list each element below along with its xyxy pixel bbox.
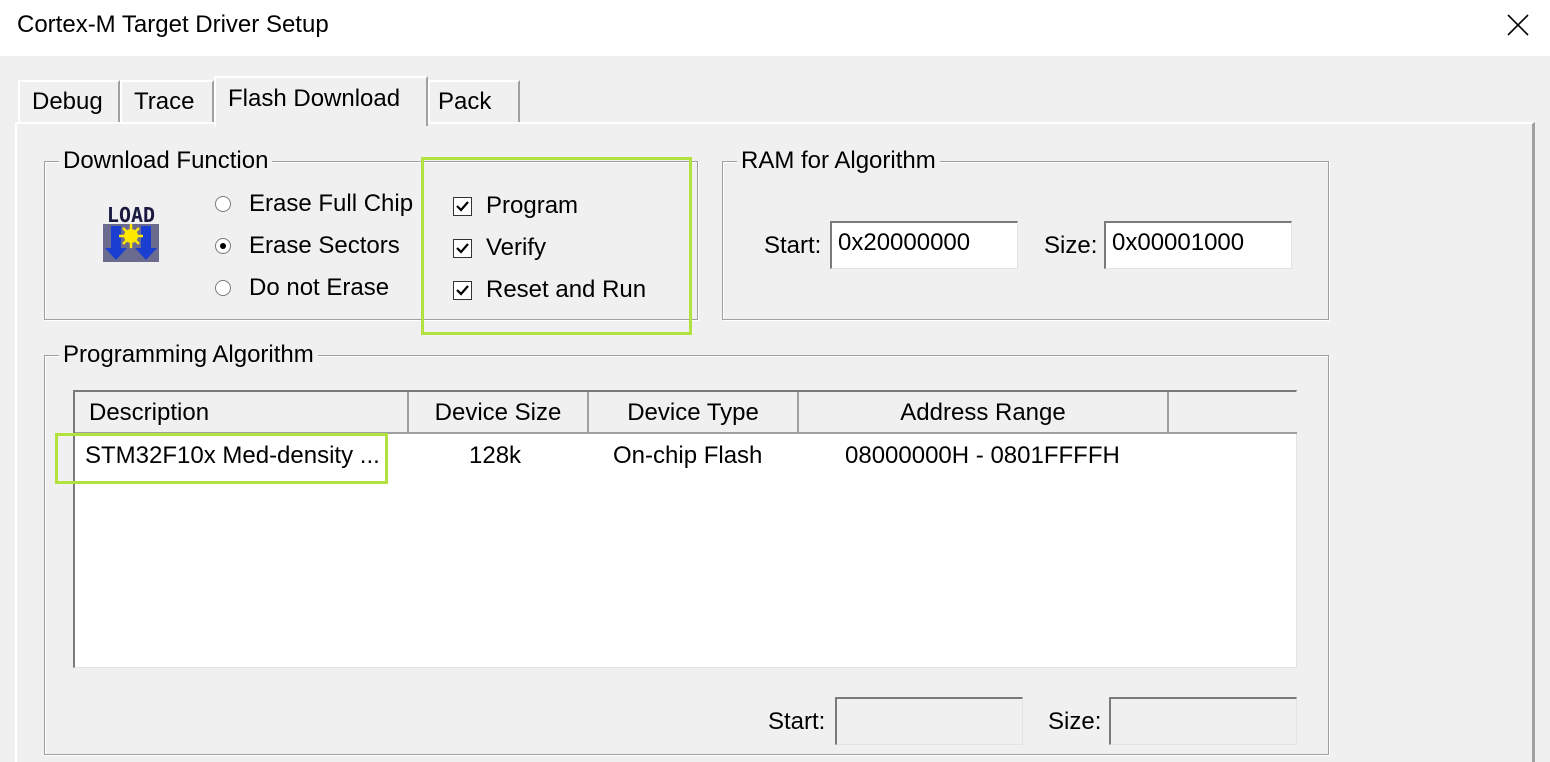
algo-size-label: Size:	[1048, 708, 1102, 735]
radio-label: Do not Erase	[249, 274, 390, 301]
checkmark-icon	[456, 284, 469, 296]
checkbox-verify[interactable]: Verify	[453, 234, 546, 262]
radio-label: Erase Full Chip	[249, 190, 414, 217]
checkmark-icon	[456, 242, 469, 254]
checkbox[interactable]	[453, 238, 472, 258]
table-row[interactable]: STM32F10x Med-density ... 128k On-chip F…	[75, 434, 1296, 474]
tab-label: Debug	[32, 88, 103, 115]
tab-label: Pack	[438, 88, 492, 115]
tab-debug[interactable]: Debug	[18, 80, 120, 124]
cell-device-type: On-chip Flash	[613, 442, 763, 469]
radio-label: Erase Sectors	[249, 232, 400, 259]
column-header-empty	[1169, 392, 1297, 434]
load-icon: LOAD	[99, 202, 163, 264]
download-function-group: Download Function LOAD Erase Full Chip E…	[44, 146, 698, 320]
group-title: RAM for Algorithm	[737, 146, 940, 176]
ram-size-label: Size:	[1044, 232, 1098, 259]
radio-button[interactable]	[215, 238, 231, 254]
algorithm-list[interactable]: Description Device Size Device Type Addr…	[73, 390, 1297, 668]
checkmark-icon	[456, 200, 469, 212]
tab-flash-download[interactable]: Flash Download	[214, 76, 428, 126]
checkbox-label: Verify	[486, 234, 547, 261]
title-bar: Cortex-M Target Driver Setup	[0, 0, 1550, 56]
algo-start-field[interactable]	[835, 697, 1023, 745]
checkbox[interactable]	[453, 280, 472, 300]
column-header-description[interactable]: Description	[75, 392, 409, 434]
algo-start-label: Start:	[768, 708, 826, 735]
checkbox-reset-and-run[interactable]: Reset and Run	[453, 276, 646, 304]
tab-label: Trace	[134, 88, 195, 115]
tab-label: Flash Download	[228, 85, 401, 112]
column-header-device-size[interactable]: Device Size	[409, 392, 589, 434]
radio-erase-full-chip[interactable]: Erase Full Chip	[215, 190, 413, 218]
tab-trace[interactable]: Trace	[120, 80, 214, 124]
radio-button[interactable]	[215, 280, 231, 296]
radio-erase-sectors[interactable]: Erase Sectors	[215, 232, 400, 260]
ram-start-label: Start:	[764, 232, 822, 259]
group-title: Download Function	[59, 146, 273, 176]
radio-button[interactable]	[215, 196, 231, 212]
cell-address-range: 08000000H - 0801FFFFH	[845, 442, 1120, 469]
cell-device-size: 128k	[469, 442, 522, 469]
checkbox-program[interactable]: Program	[453, 192, 578, 220]
radio-dot	[220, 243, 226, 249]
close-icon	[1507, 14, 1529, 36]
checkbox-label: Program	[486, 192, 579, 219]
checkbox-label: Reset and Run	[486, 276, 647, 303]
close-button[interactable]	[1486, 0, 1550, 50]
load-icon-text: LOAD	[107, 203, 155, 227]
ram-size-field[interactable]: 0x00001000	[1104, 221, 1292, 269]
cell-description: STM32F10x Med-density ...	[85, 442, 380, 469]
algo-size-field[interactable]	[1109, 697, 1297, 745]
window-title: Cortex-M Target Driver Setup	[17, 11, 329, 38]
tab-pack[interactable]: Pack	[428, 80, 520, 124]
column-header-address-range[interactable]: Address Range	[799, 392, 1169, 434]
ram-start-field[interactable]: 0x20000000	[830, 221, 1018, 269]
column-header-device-type[interactable]: Device Type	[589, 392, 799, 434]
checkbox[interactable]	[453, 196, 472, 216]
radio-do-not-erase[interactable]: Do not Erase	[215, 274, 389, 302]
group-title: Programming Algorithm	[59, 340, 318, 370]
list-header: Description Device Size Device Type Addr…	[75, 392, 1297, 434]
